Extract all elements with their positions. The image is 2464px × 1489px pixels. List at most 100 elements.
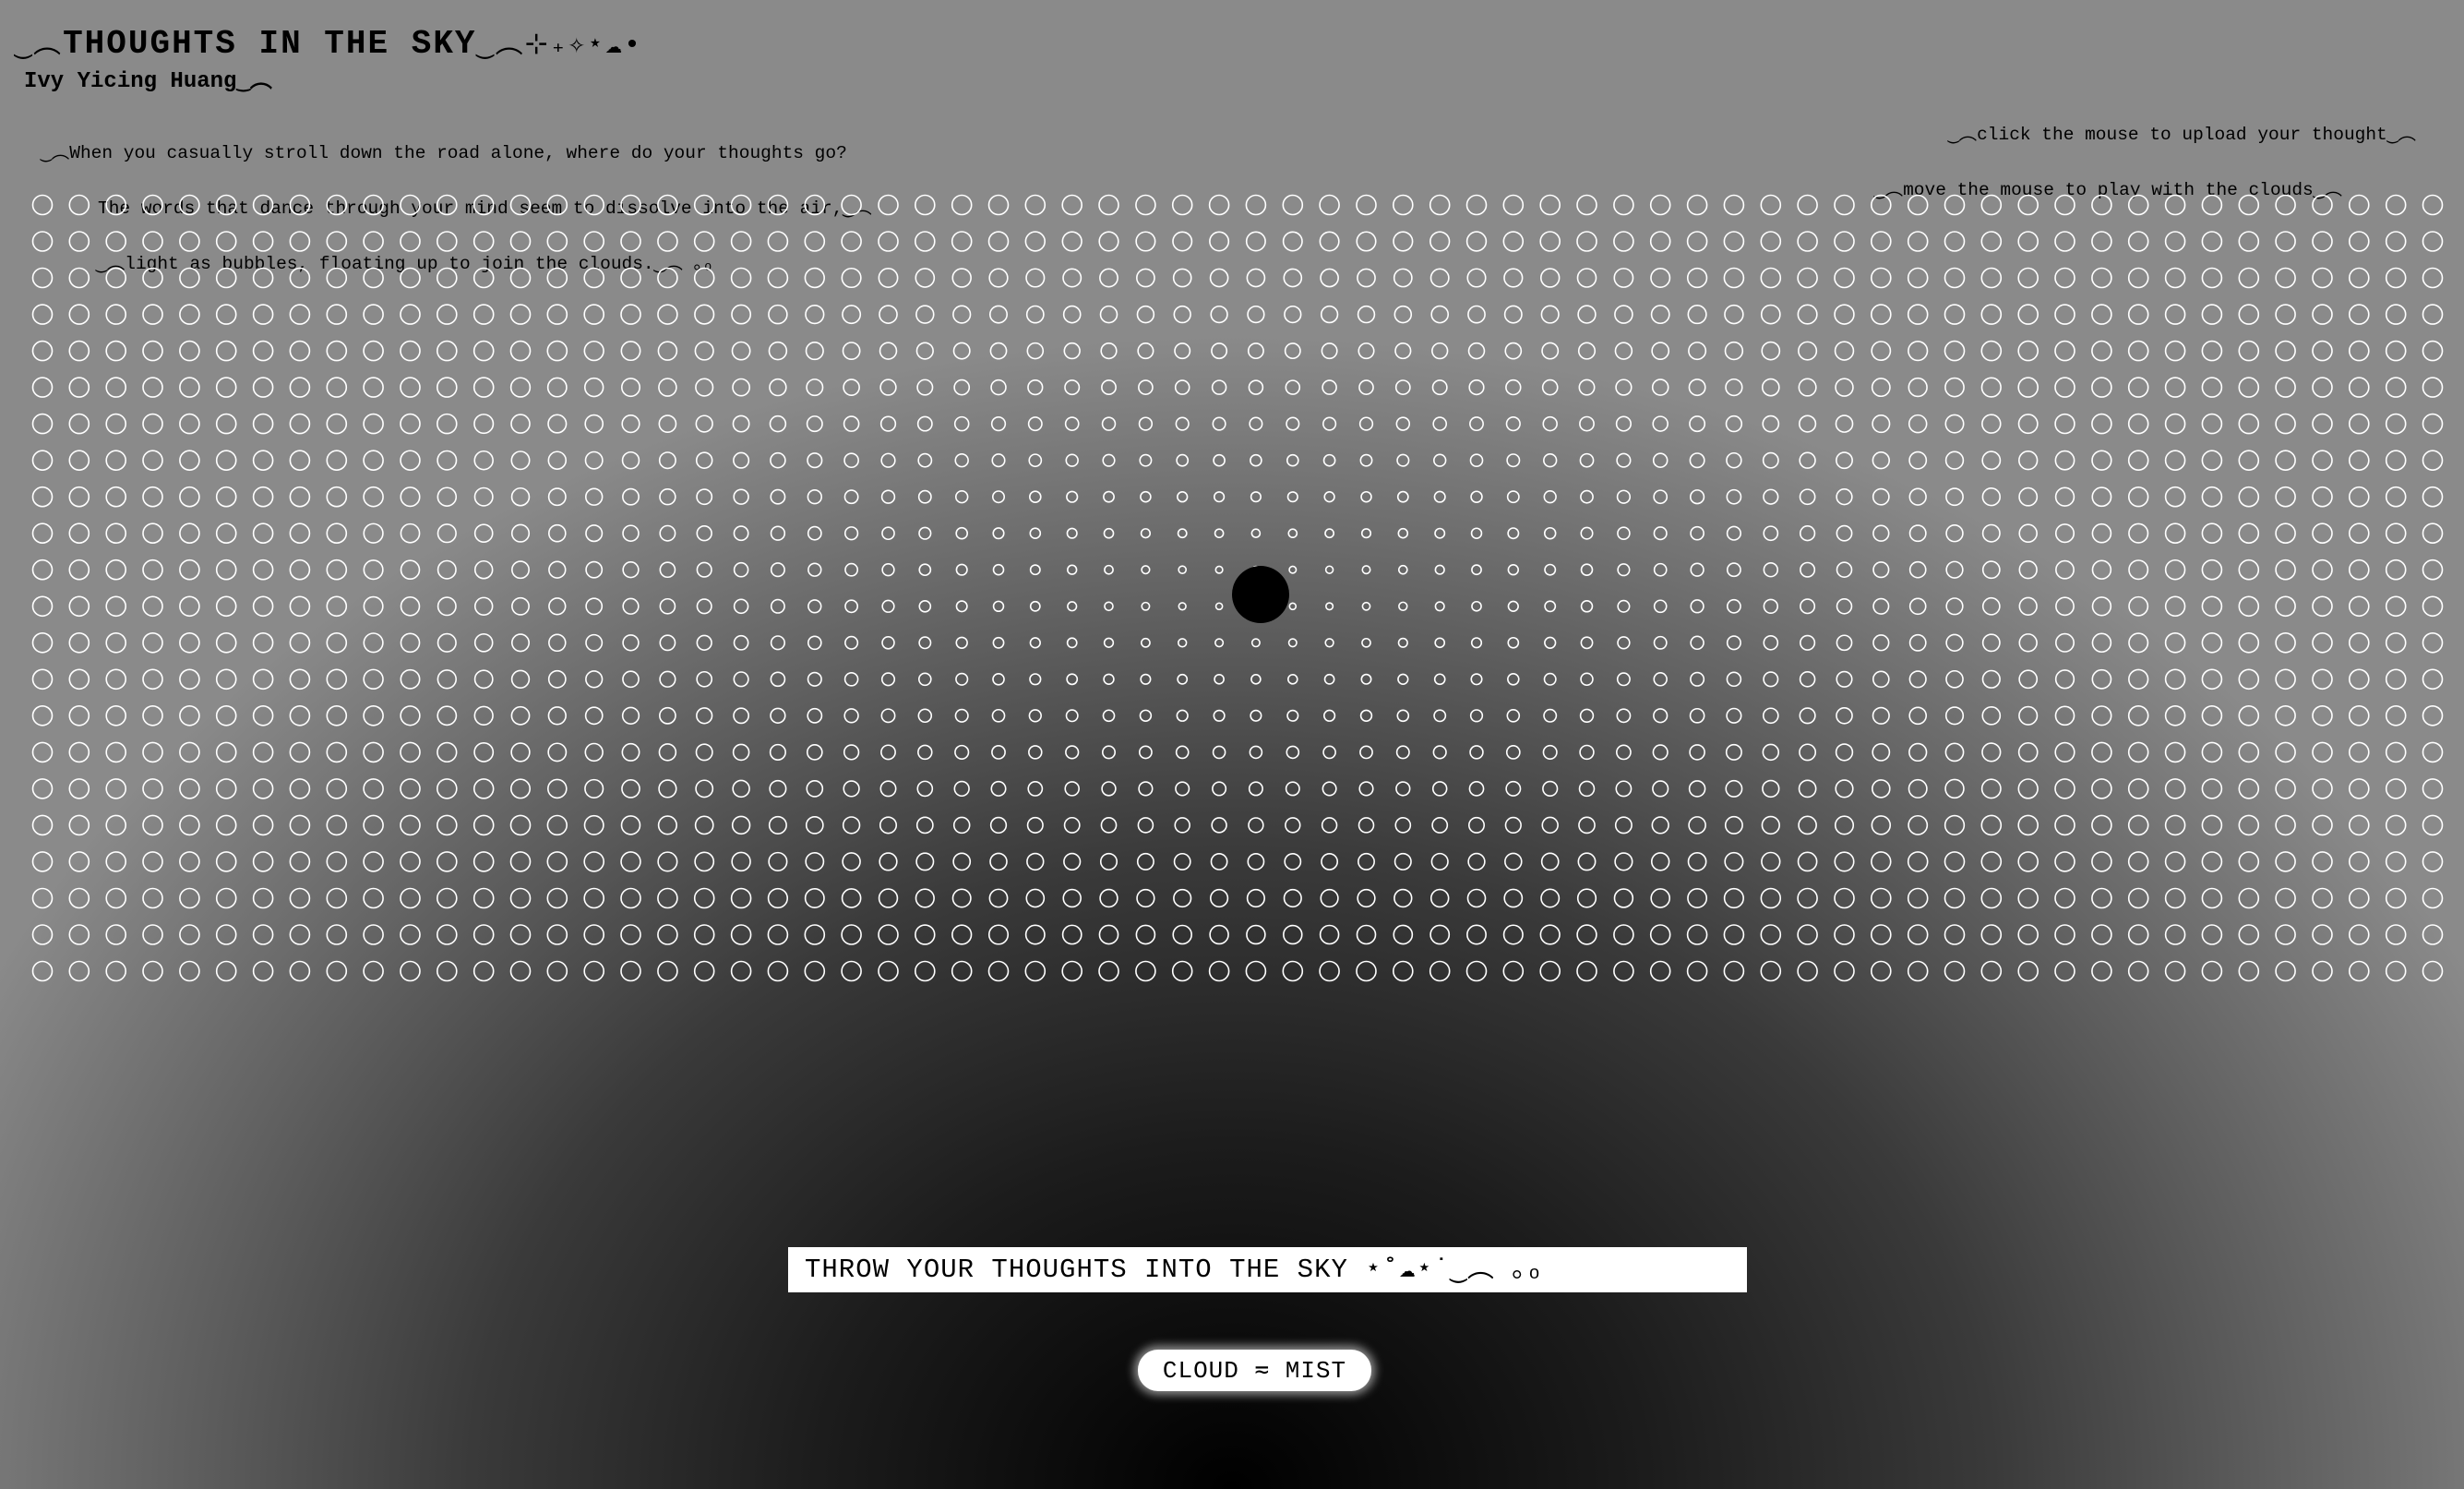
bubble xyxy=(179,522,200,545)
bubble xyxy=(1871,194,1892,216)
bubble xyxy=(1248,817,1264,834)
bubble xyxy=(68,631,90,654)
bubble xyxy=(1944,414,1965,434)
bubble xyxy=(731,815,751,835)
bubble xyxy=(1393,960,1414,982)
bubble xyxy=(2312,704,2333,726)
bubble xyxy=(2385,267,2407,289)
bubble xyxy=(2422,924,2444,945)
bubble xyxy=(1065,709,1079,723)
bubble xyxy=(584,414,604,434)
bubble xyxy=(1944,851,1966,872)
bubble xyxy=(1907,924,1929,945)
bubble xyxy=(215,486,237,508)
bubble xyxy=(436,887,458,909)
thought-input[interactable] xyxy=(788,1247,1747,1292)
bubble xyxy=(987,960,1010,982)
bubble xyxy=(770,707,786,724)
bubble xyxy=(767,231,789,252)
bubble xyxy=(1027,416,1043,432)
bubble xyxy=(1432,416,1448,431)
bubble xyxy=(1247,342,1264,360)
bubble xyxy=(732,378,751,397)
bubble xyxy=(991,453,1006,468)
bubble xyxy=(436,778,458,799)
bubble xyxy=(179,486,200,508)
bubble xyxy=(917,452,933,468)
bubble xyxy=(1102,453,1116,467)
bubble xyxy=(2018,486,2039,507)
bubble xyxy=(1615,378,1633,396)
bubble xyxy=(1872,414,1891,434)
bubble xyxy=(1760,267,1782,289)
bubble xyxy=(1027,378,1044,396)
bubble xyxy=(142,741,163,763)
bubble xyxy=(1393,231,1414,252)
bubble xyxy=(2422,960,2444,982)
bubble xyxy=(843,780,860,798)
bubble xyxy=(1980,304,2003,325)
bubble xyxy=(1431,342,1449,360)
bubble xyxy=(2054,960,2075,982)
bubble xyxy=(1062,888,1082,908)
bubble xyxy=(473,450,494,471)
bubble xyxy=(2238,558,2260,581)
bubble xyxy=(620,194,641,216)
bubble xyxy=(1908,414,1928,434)
bubble xyxy=(992,563,1005,576)
bubble xyxy=(1360,490,1372,503)
bubble xyxy=(657,815,678,835)
bubble xyxy=(988,888,1009,908)
bubble xyxy=(2238,704,2260,726)
bubble xyxy=(2275,851,2296,872)
bubble xyxy=(1324,528,1335,539)
bubble xyxy=(696,670,713,688)
bubble xyxy=(2275,668,2296,690)
cloud-mist-toggle-button[interactable]: CLOUD ≂ MIST xyxy=(1138,1350,1371,1391)
bubble xyxy=(31,450,54,472)
bubble xyxy=(2349,887,2370,909)
bubble xyxy=(880,452,896,468)
bubble xyxy=(1944,814,1966,836)
bubble xyxy=(2385,194,2407,216)
bubble xyxy=(1135,231,1156,252)
bubble xyxy=(179,558,200,581)
bubble xyxy=(1319,194,1340,216)
bubble xyxy=(400,450,421,471)
bubble xyxy=(1576,924,1597,945)
bubble xyxy=(2055,596,2075,617)
bubble xyxy=(546,778,568,799)
bubble xyxy=(1800,561,1816,578)
bubble xyxy=(1356,960,1377,982)
bubble xyxy=(1687,305,1707,325)
bubble xyxy=(1177,638,1188,648)
bubble xyxy=(1724,851,1744,871)
bubble xyxy=(622,670,640,689)
bubble xyxy=(1061,231,1082,252)
bubble xyxy=(289,194,311,216)
bubble xyxy=(807,525,822,541)
bubble xyxy=(1725,378,1743,397)
bubble xyxy=(289,450,311,472)
bubble xyxy=(1616,452,1632,468)
bubble xyxy=(1615,415,1632,432)
bubble xyxy=(252,668,274,690)
bubble xyxy=(658,414,677,433)
bubble xyxy=(1617,636,1631,650)
bubble xyxy=(215,558,237,581)
bubble xyxy=(2091,413,2112,435)
bubble xyxy=(2275,814,2296,836)
bubble xyxy=(1836,451,1853,470)
bubble xyxy=(436,267,458,289)
bubble xyxy=(1029,673,1042,686)
bubble xyxy=(1026,816,1044,834)
bubble xyxy=(1945,597,1964,616)
bubble xyxy=(1394,342,1412,360)
bubble xyxy=(658,451,676,470)
bubble xyxy=(2422,631,2444,654)
bubble xyxy=(1505,745,1521,760)
bubble xyxy=(917,672,932,687)
bubble xyxy=(436,304,458,325)
bubble xyxy=(1799,671,1816,688)
bubble xyxy=(1580,489,1594,504)
